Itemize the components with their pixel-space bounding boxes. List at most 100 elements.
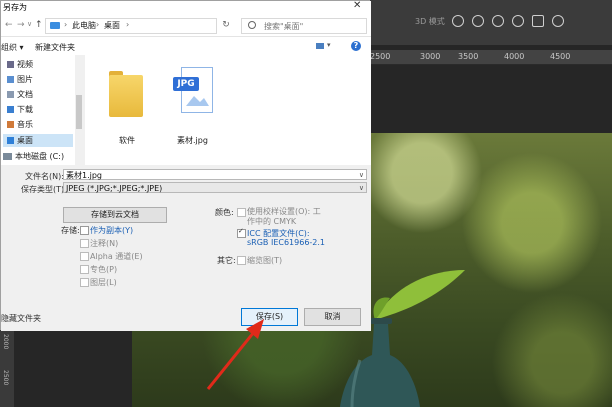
other-label: 其它:	[217, 256, 236, 265]
nav-label: 文档	[17, 90, 33, 99]
address-bar[interactable]: › 此电脑 › 桌面 › ∨	[45, 18, 252, 34]
filetype-value: JPEG (*.JPG;*.JPEG;*.JPE)	[66, 184, 163, 193]
chevron-right-icon[interactable]: ›	[64, 20, 67, 29]
notes-option-label: 注释(N)	[90, 239, 119, 248]
help-icon[interactable]: ?	[351, 41, 361, 51]
search-placeholder: 搜索"桌面"	[264, 22, 304, 31]
ruler-tick: 2000	[2, 334, 9, 350]
filetype-select[interactable]: JPEG (*.JPG;*.JPEG;*.JPE) ∨	[63, 182, 367, 193]
ruler-tick: 2500	[2, 370, 9, 386]
chevron-right-icon[interactable]: ›	[126, 20, 129, 29]
ruler-tick: 3500	[458, 52, 479, 61]
nav-item-documents[interactable]: 文档	[7, 89, 33, 101]
filename-label: 文件名(N):	[25, 172, 64, 181]
nav-item-desktop[interactable]: 桌面	[7, 135, 33, 147]
roll-3d-icon[interactable]	[472, 15, 484, 27]
nav-label: 图片	[17, 75, 33, 84]
disk-icon	[3, 153, 12, 160]
music-icon	[7, 121, 14, 128]
layers-checkbox[interactable]	[80, 278, 89, 287]
alpha-option-label: Alpha 通道(E)	[90, 252, 143, 261]
proof-setup-checkbox[interactable]	[237, 208, 246, 217]
red-annotation-arrow	[206, 319, 264, 390]
download-icon	[7, 106, 14, 113]
search-icon	[248, 21, 256, 29]
filename-value: 素材1.jpg	[66, 171, 103, 180]
layers-option-label: 图层(L)	[90, 278, 117, 287]
title-bar[interactable]: 另存为 ✕	[1, 0, 371, 14]
mode-label: 3D 模式	[415, 17, 445, 26]
copy-option-label: 作为副本(Y)	[90, 226, 134, 235]
copy-checkbox[interactable]	[80, 226, 89, 235]
alpha-checkbox[interactable]	[80, 252, 89, 261]
horizontal-ruler: 2500 3000 3500 4000 4500	[370, 50, 612, 65]
notes-checkbox[interactable]	[80, 239, 89, 248]
save-options-area: 文件名(N): 素材1.jpg ∨ 保存类型(T): JPEG (*.JPG;*…	[1, 165, 371, 331]
nav-label: 桌面	[17, 136, 33, 145]
ruler-tick: 4500	[550, 52, 571, 61]
dialog-title: 另存为	[3, 3, 27, 12]
address-row: ← → ∨ ↑ › 此电脑 › 桌面 › ∨ ↻ 搜索"桌面"	[1, 14, 371, 37]
scroll-thumb[interactable]	[76, 95, 82, 129]
nav-item-local-disk[interactable]: 本地磁盘 (C:)	[3, 151, 64, 163]
forward-arrow-icon[interactable]: →	[17, 20, 25, 30]
breadcrumb-desktop[interactable]: 桌面	[104, 20, 120, 31]
chevron-down-icon[interactable]: ∨	[359, 183, 364, 194]
nav-item-pictures[interactable]: 图片	[7, 74, 33, 86]
nav-item-videos[interactable]: 视频	[7, 59, 33, 71]
nav-item-downloads[interactable]: 下载	[7, 104, 33, 116]
documents-icon	[7, 91, 14, 98]
save-to-cloud-button[interactable]: 存储到云文档	[63, 207, 167, 223]
folder-icon	[50, 22, 60, 29]
filename-input[interactable]: 素材1.jpg ∨	[63, 169, 367, 180]
nav-item-music[interactable]: 音乐	[7, 119, 33, 131]
hide-folders-button[interactable]: 隐藏文件夹	[1, 313, 41, 324]
drag-3d-icon[interactable]	[492, 15, 504, 27]
search-input[interactable]: 搜索"桌面"	[241, 18, 367, 34]
new-folder-button[interactable]: 新建文件夹	[35, 42, 75, 53]
organize-button[interactable]: 组织 ▾	[1, 42, 24, 53]
scale-3d-icon[interactable]	[532, 15, 544, 27]
pictures-icon	[7, 76, 14, 83]
camera-3d-icon[interactable]	[552, 15, 564, 27]
video-icon	[7, 61, 14, 68]
slide-3d-icon[interactable]	[512, 15, 524, 27]
icc-profile-checkbox[interactable]	[237, 227, 246, 238]
cancel-button[interactable]: 取消	[304, 308, 361, 326]
navigation-pane: 视频 图片 文档 下载 音乐 桌面 本地磁盘 (C:)	[1, 55, 83, 165]
chevron-down-icon[interactable]: ∨	[359, 170, 364, 181]
breadcrumb-this-pc[interactable]: 此电脑	[72, 20, 96, 31]
icc-profile-value: sRGB IEC61966-2.1	[247, 238, 326, 247]
up-arrow-icon[interactable]: ↑	[35, 20, 43, 30]
recent-dropdown-icon[interactable]: ∨	[27, 20, 32, 28]
view-options-icon[interactable]	[316, 43, 324, 49]
close-icon[interactable]: ✕	[353, 0, 361, 11]
jpg-badge: JPG	[173, 77, 199, 91]
nav-scrollbar[interactable]	[75, 55, 83, 165]
ruler-tick: 3000	[420, 52, 441, 61]
storage-label: 存储:	[61, 226, 80, 235]
nav-label: 下载	[17, 105, 33, 114]
refresh-icon[interactable]: ↻	[219, 18, 233, 32]
ruler-tick: 2500	[370, 52, 391, 61]
thumbnail-label: 缩览图(T)	[247, 256, 283, 265]
filetype-label: 保存类型(T):	[21, 185, 67, 194]
folder-icon	[109, 75, 143, 117]
thumbnail-checkbox[interactable]	[237, 256, 246, 265]
proof-setup-label: 使用校样设置(O): 工作中的 CMYK	[247, 207, 321, 226]
file-item-jpg[interactable]: JPG 素材.jpg	[173, 65, 219, 145]
command-bar: 组织 ▾ 新建文件夹 ▾ ?	[1, 37, 371, 55]
chevron-down-icon[interactable]: ▾	[327, 41, 331, 49]
save-as-dialog: 另存为 ✕ ← → ∨ ↑ › 此电脑 › 桌面 › ∨ ↻ 搜索"桌面" 组织…	[0, 0, 371, 331]
3d-tool-icons	[448, 12, 598, 30]
back-arrow-icon[interactable]: ←	[5, 20, 13, 30]
nav-label: 视频	[17, 60, 33, 69]
nav-label: 音乐	[17, 120, 33, 129]
file-item-folder[interactable]: 软件	[107, 67, 147, 145]
spot-color-option-label: 专色(P)	[90, 265, 118, 274]
spot-color-checkbox[interactable]	[80, 265, 89, 274]
nav-label: 本地磁盘 (C:)	[15, 152, 65, 161]
vertical-ruler: 2000 2500	[0, 330, 14, 407]
rotate-3d-icon[interactable]	[452, 15, 464, 27]
chevron-right-icon[interactable]: ›	[96, 20, 99, 29]
